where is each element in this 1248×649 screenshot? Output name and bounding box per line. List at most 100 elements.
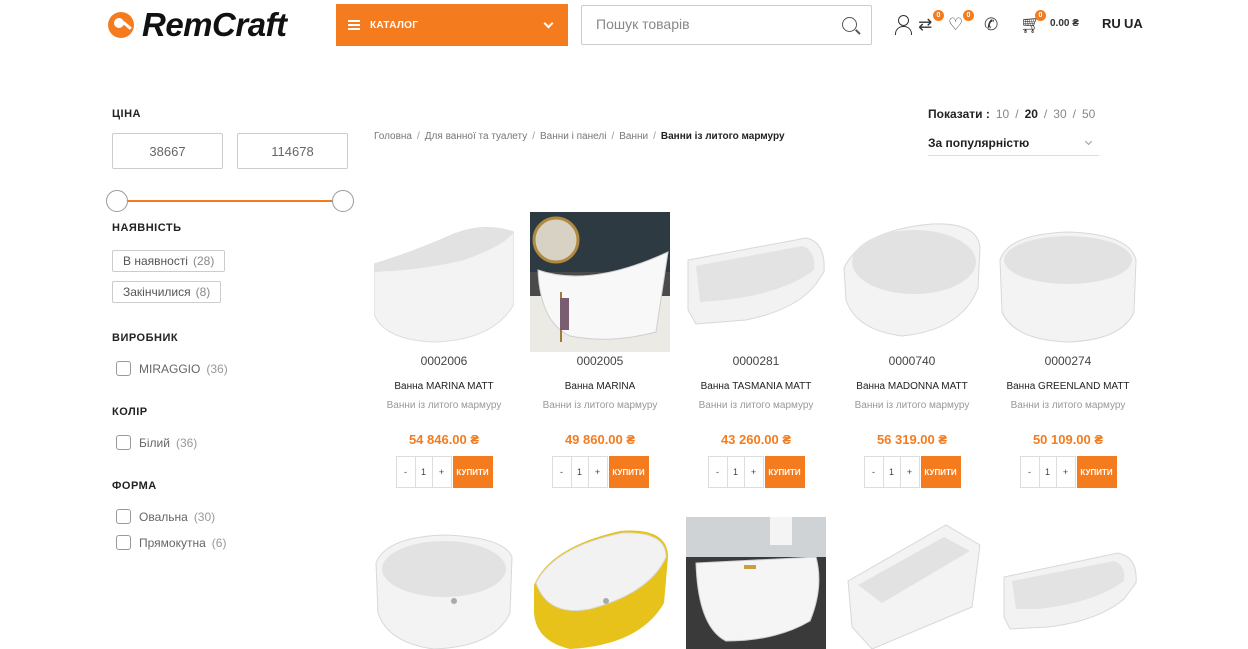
- lang-ru[interactable]: RU: [1102, 16, 1121, 31]
- shape-option-oval[interactable]: Овальна (30): [116, 509, 215, 524]
- buy-button[interactable]: КУПИТИ: [1076, 456, 1117, 488]
- qty-minus-button[interactable]: -: [553, 457, 571, 487]
- catalog-label: КАТАЛОГ: [370, 19, 419, 31]
- qty-plus-button[interactable]: +: [589, 457, 607, 487]
- price-slider-max-handle[interactable]: [332, 190, 354, 212]
- product-code: 0000274: [1044, 354, 1092, 368]
- product-code: 0002005: [576, 354, 624, 368]
- product-name[interactable]: Ванна GREENLAND MATT: [992, 381, 1144, 392]
- per-page-option[interactable]: 50: [1082, 107, 1095, 121]
- product-code: 0000281: [732, 354, 780, 368]
- price-min-field[interactable]: 38667: [112, 133, 223, 169]
- product-image[interactable]: [374, 517, 514, 649]
- price-max-field[interactable]: 114678: [237, 133, 348, 169]
- product-image[interactable]: [842, 212, 982, 352]
- cart-button[interactable]: 🛒︎ 0: [1020, 10, 1046, 36]
- search-bar: [581, 5, 872, 45]
- option-label: В наявності: [123, 254, 188, 268]
- breadcrumb-link[interactable]: Ванни: [619, 131, 648, 142]
- product-image[interactable]: [686, 212, 826, 352]
- option-count: (6): [211, 535, 227, 550]
- qty-value[interactable]: 1: [414, 457, 433, 487]
- checkbox[interactable]: [116, 435, 131, 450]
- qty-minus-button[interactable]: -: [865, 457, 883, 487]
- checkbox[interactable]: [116, 535, 131, 550]
- qty-value[interactable]: 1: [726, 457, 745, 487]
- product-name[interactable]: Ванна MARINA: [524, 381, 676, 392]
- cart-total[interactable]: 0.00 ₴: [1050, 18, 1079, 29]
- option-label: Білий: [139, 435, 170, 450]
- per-page-option[interactable]: 10: [996, 107, 1009, 121]
- product-card: 0000740 Ванна MADONNA MATT Ванни із лито…: [836, 212, 988, 488]
- breadcrumb-link[interactable]: Головна: [374, 131, 412, 142]
- lang-ua[interactable]: UA: [1124, 16, 1143, 31]
- buy-button[interactable]: КУПИТИ: [608, 456, 649, 488]
- color-filter-title: КОЛІР: [112, 406, 148, 418]
- product-card: 0000281 Ванна TASMANIA MATT Ванни із лит…: [680, 212, 832, 488]
- product-category: Ванни із литого мармуру: [698, 400, 814, 411]
- product-card: [992, 517, 1144, 649]
- search-input[interactable]: [596, 6, 836, 42]
- product-card: [680, 517, 832, 649]
- qty-plus-button[interactable]: +: [901, 457, 919, 487]
- buy-button[interactable]: КУПИТИ: [452, 456, 493, 488]
- chevron-down-icon: [1084, 137, 1093, 146]
- color-option[interactable]: Білий (36): [116, 435, 197, 450]
- product-price: 54 846.00 ₴: [408, 432, 480, 447]
- option-label: Закінчилися: [123, 285, 191, 299]
- qty-minus-button[interactable]: -: [1021, 457, 1039, 487]
- breadcrumb-link[interactable]: Ванни і панелі: [540, 131, 606, 142]
- out-of-stock-option[interactable]: Закінчилися (8): [112, 281, 222, 303]
- breadcrumb-separator: /: [532, 131, 535, 142]
- phone-button[interactable]: ✆: [984, 14, 1006, 36]
- product-code: 0000740: [888, 354, 936, 368]
- quantity-stepper: - 1 +: [863, 456, 920, 488]
- qty-plus-button[interactable]: +: [745, 457, 763, 487]
- search-icon[interactable]: [842, 17, 857, 32]
- option-count: (36): [175, 435, 198, 450]
- product-category: Ванни із литого мармуру: [386, 400, 502, 411]
- in-stock-option[interactable]: В наявності (28): [112, 250, 226, 272]
- price-slider-min-handle[interactable]: [106, 190, 128, 212]
- phone-icon: ✆: [984, 15, 999, 35]
- product-card: [368, 517, 520, 649]
- qty-minus-button[interactable]: -: [397, 457, 415, 487]
- buy-button[interactable]: КУПИТИ: [764, 456, 805, 488]
- qty-minus-button[interactable]: -: [709, 457, 727, 487]
- breadcrumb-link[interactable]: Для ванної та туалету: [425, 131, 527, 142]
- manufacturer-option[interactable]: MIRAGGIO (36): [116, 361, 228, 376]
- per-page-option-active[interactable]: 20: [1025, 107, 1038, 121]
- product-image[interactable]: [530, 212, 670, 352]
- product-name[interactable]: Ванна MARINA MATT: [368, 381, 520, 392]
- product-image[interactable]: [998, 517, 1138, 649]
- checkbox[interactable]: [116, 509, 131, 524]
- manufacturer-filter-title: ВИРОБНИК: [112, 332, 179, 344]
- buy-row: - 1 + КУПИТИ: [992, 456, 1144, 488]
- wishlist-button[interactable]: ♡ 0: [948, 10, 974, 36]
- checkbox[interactable]: [116, 361, 131, 376]
- product-price: 43 260.00 ₴: [720, 432, 792, 447]
- qty-value[interactable]: 1: [570, 457, 589, 487]
- user-icon[interactable]: [893, 14, 915, 36]
- buy-button[interactable]: КУПИТИ: [920, 456, 961, 488]
- compare-button[interactable]: ⇄ 0: [918, 10, 944, 36]
- qty-value[interactable]: 1: [882, 457, 901, 487]
- product-image[interactable]: [374, 212, 514, 352]
- buy-row: - 1 + КУПИТИ: [836, 456, 988, 488]
- logo[interactable]: RemCraft: [108, 6, 287, 44]
- qty-plus-button[interactable]: +: [1057, 457, 1075, 487]
- product-name[interactable]: Ванна MADONNA MATT: [836, 381, 988, 392]
- quantity-stepper: - 1 +: [707, 456, 764, 488]
- shape-option-rectangular[interactable]: Прямокутна (6): [116, 535, 226, 550]
- buy-row: - 1 + КУПИТИ: [524, 456, 676, 488]
- product-image[interactable]: [842, 517, 982, 649]
- product-image[interactable]: [530, 517, 670, 649]
- product-image[interactable]: [686, 517, 826, 649]
- product-name[interactable]: Ванна TASMANIA MATT: [680, 381, 832, 392]
- sort-select[interactable]: За популярністю: [928, 136, 1099, 156]
- product-image[interactable]: [998, 212, 1138, 352]
- qty-plus-button[interactable]: +: [433, 457, 451, 487]
- per-page-option[interactable]: 30: [1053, 107, 1066, 121]
- qty-value[interactable]: 1: [1038, 457, 1057, 487]
- catalog-button[interactable]: КАТАЛОГ: [336, 4, 568, 46]
